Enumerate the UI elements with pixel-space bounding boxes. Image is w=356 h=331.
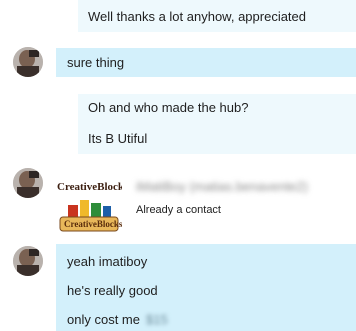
svg-text:CreativeBlocks: CreativeBlocks	[57, 181, 122, 193]
contact-name[interactable]: iMatiBoy (matias.benavente2)	[136, 179, 308, 194]
message-text: yeah imatiboy	[67, 254, 148, 269]
message-text: he's really good	[67, 283, 158, 298]
message-bubble-sent: Well thanks a lot anyhow, appreciated	[78, 0, 356, 32]
creativeblocks-logo: CreativeBlocks CreativeBlocks	[56, 167, 129, 233]
message-bubble-received: sure thing	[56, 48, 356, 77]
avatar[interactable]	[13, 246, 43, 276]
avatar[interactable]	[13, 47, 43, 77]
message-bubble-received: yeah imatiboy he's really good only cost…	[56, 244, 356, 331]
contact-card[interactable]: CreativeBlocks CreativeBlocks iMatiBoy (…	[56, 167, 356, 239]
message-text: only cost me $15	[67, 312, 168, 327]
svg-text:CreativeBlocks: CreativeBlocks	[64, 219, 122, 229]
message-bubble-sent: Oh and who made the hub? Its B Utiful	[78, 94, 356, 154]
message-text: Its B Utiful	[88, 131, 148, 146]
message-text: sure thing	[67, 55, 125, 70]
contact-status: Already a contact	[136, 204, 221, 216]
redacted-amount: $15	[145, 312, 168, 327]
message-text: Well thanks a lot anyhow, appreciated	[88, 8, 307, 24]
message-text: Oh and who made the hub?	[88, 100, 249, 115]
avatar[interactable]	[13, 168, 43, 198]
